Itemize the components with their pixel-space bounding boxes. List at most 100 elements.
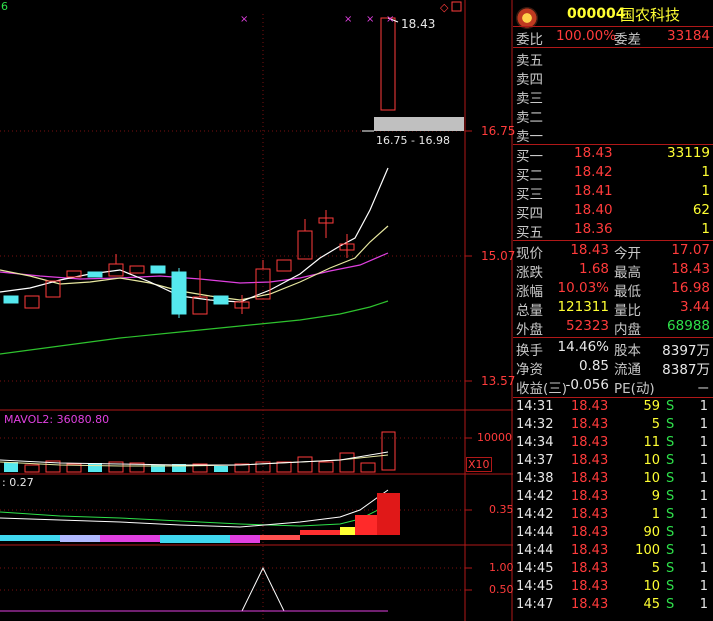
buy-row[interactable]: 买四 18.40 62 — [516, 202, 712, 222]
wb-value: 100.00% — [556, 28, 617, 44]
buy-level-label: 买五 — [516, 225, 543, 241]
svg-text:×: × — [240, 14, 248, 25]
tick-price: 18.43 — [571, 453, 609, 468]
stat-label: 最高 — [614, 265, 641, 281]
tick-row[interactable]: 14:45 18.43 5 S 1 — [516, 561, 712, 579]
stat-row[interactable]: 涨幅 10.03% 最低 16.98 — [516, 280, 712, 300]
tick-count: 1 — [699, 399, 708, 414]
stat-row[interactable]: 外盘 52323 内盘 68988 — [516, 318, 712, 338]
tick-row[interactable]: 14:37 18.43 10 S 1 — [516, 453, 712, 471]
stat-label: 最低 — [614, 284, 641, 300]
tick-row[interactable]: 14:38 18.43 10 S 1 — [516, 471, 712, 489]
fin-value: 8397万 — [662, 343, 710, 359]
wc-value: 33184 — [667, 28, 710, 44]
sell-row[interactable]: 卖二 — [516, 106, 712, 126]
fin-row[interactable]: 收益(三) -0.056 PE(动) － — [516, 377, 712, 397]
fin-row[interactable]: 换手 14.46% 股本 8397万 — [516, 339, 712, 359]
tick-volume: 9 — [651, 489, 660, 504]
tick-time: 14:31 — [516, 399, 554, 414]
price-axis-label: 15.07 — [481, 249, 516, 263]
tick-row[interactable]: 14:42 18.43 9 S 1 — [516, 489, 712, 507]
buy-level-label: 买三 — [516, 187, 543, 203]
wb-label: 委比 — [516, 32, 543, 48]
tick-time: 14:45 — [516, 579, 554, 594]
buy-row[interactable]: 买二 18.42 1 — [516, 164, 712, 184]
stat-label: 现价 — [516, 246, 543, 262]
sell-row[interactable]: 卖三 — [516, 87, 712, 107]
tick-price: 18.43 — [571, 561, 609, 576]
volume-unit-button[interactable]: X10 — [466, 457, 492, 472]
tick-flag: S — [666, 507, 675, 522]
tick-time: 14:34 — [516, 435, 554, 450]
tick-flag: S — [666, 561, 675, 576]
tick-volume: 100 — [635, 543, 660, 558]
tick-flag: S — [666, 471, 675, 486]
stat-value: 1.68 — [578, 261, 609, 277]
tick-flag: S — [666, 453, 675, 468]
buy-level-label: 买一 — [516, 149, 543, 165]
stat-row[interactable]: 总量 121311 量比 3.44 — [516, 299, 712, 319]
tick-row[interactable]: 14:32 18.43 5 S 1 — [516, 417, 712, 435]
buy-volume: 1 — [701, 183, 710, 199]
sell-row[interactable]: 卖四 — [516, 68, 712, 88]
stat-label: 内盘 — [614, 322, 641, 338]
tick-row[interactable]: 14:45 18.43 10 S 1 — [516, 579, 712, 597]
tick-count: 1 — [699, 561, 708, 576]
sell-row[interactable]: 卖五 — [516, 49, 712, 69]
sell-level-label: 卖一 — [516, 129, 543, 145]
buy-row[interactable]: 买三 18.41 1 — [516, 183, 712, 203]
tick-row[interactable]: 14:31 18.43 59 S 1 — [516, 399, 712, 417]
tick-row[interactable]: 14:44 18.43 90 S 1 — [516, 525, 712, 543]
buy-level-label: 买二 — [516, 168, 543, 184]
stat-label: 涨幅 — [516, 284, 543, 300]
tick-flag: S — [666, 543, 675, 558]
range-label: 16.75 - 16.98 — [376, 134, 450, 147]
volume-title: MAVOL2: 36080.80 — [4, 413, 110, 426]
tick-volume: 59 — [643, 399, 660, 414]
buy-price: 18.40 — [574, 202, 613, 218]
tick-count: 1 — [699, 543, 708, 558]
tick-volume: 45 — [643, 597, 660, 612]
kline-chart[interactable]: × × × × ◇ — [0, 0, 513, 621]
tick-count: 1 — [699, 435, 708, 450]
tick-volume: 10 — [643, 579, 660, 594]
tick-flag: S — [666, 399, 675, 414]
stat-row[interactable]: 现价 18.43 今开 17.07 — [516, 242, 712, 262]
high-price-label: 18.43 — [401, 17, 436, 31]
tick-time: 14:32 — [516, 417, 554, 432]
tick-count: 1 — [699, 417, 708, 432]
buy-row[interactable]: 买一 18.43 33119 — [516, 145, 712, 165]
buy-row[interactable]: 买五 18.36 1 — [516, 221, 712, 241]
tick-row[interactable]: 14:42 18.43 1 S 1 — [516, 507, 712, 525]
tick-flag: S — [666, 597, 675, 612]
fin-row[interactable]: 净资 0.85 流通 8387万 — [516, 358, 712, 378]
stat-label: 外盘 — [516, 322, 543, 338]
stat-row[interactable]: 涨跌 1.68 最高 18.43 — [516, 261, 712, 281]
tick-time: 14:45 — [516, 561, 554, 576]
fin-value: -0.056 — [565, 377, 609, 393]
sell-row[interactable]: 卖一 — [516, 125, 712, 145]
tick-volume: 11 — [643, 435, 660, 450]
tick-row[interactable]: 14:34 18.43 11 S 1 — [516, 435, 712, 453]
buy-volume: 33119 — [667, 145, 710, 161]
svg-text:×: × — [386, 14, 394, 25]
tick-time: 14:38 — [516, 471, 554, 486]
tick-price: 18.43 — [571, 543, 609, 558]
stock-name[interactable]: 国农科技 — [620, 4, 680, 25]
tick-time: 14:44 — [516, 525, 554, 540]
buy-price: 18.41 — [574, 183, 613, 199]
stock-code: 000004 — [567, 6, 626, 22]
tick-count: 1 — [699, 597, 708, 612]
tick-count: 1 — [699, 525, 708, 540]
tick-row[interactable]: 14:44 18.43 100 S 1 — [516, 543, 712, 561]
price-axis-label: 16.75 — [481, 124, 516, 138]
tick-time: 14:42 — [516, 507, 554, 522]
tick-volume: 5 — [651, 417, 660, 432]
tick-count: 1 — [699, 507, 708, 522]
fin-value: 8387万 — [662, 362, 710, 378]
tick-row[interactable]: 14:47 18.43 45 S 1 — [516, 597, 712, 615]
tick-flag: S — [666, 435, 675, 450]
tick-volume: 5 — [651, 561, 660, 576]
tick-flag: S — [666, 579, 675, 594]
tick-flag: S — [666, 417, 675, 432]
